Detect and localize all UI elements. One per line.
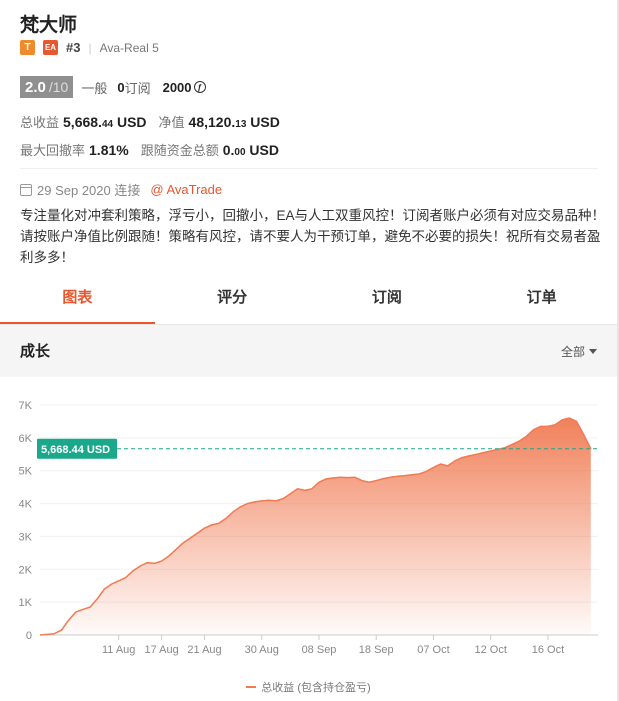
y-tick-label: 7K: [19, 400, 33, 412]
score-box: 2.0 /10: [20, 76, 74, 98]
broker-link[interactable]: @ AvaTrade: [150, 182, 222, 197]
follow-main: 0.: [222, 142, 235, 158]
tab-bar: 图表 评分 订阅 订单: [0, 275, 619, 325]
separator: |: [88, 40, 92, 55]
caret-down-icon: [589, 349, 597, 354]
legend-swatch: [246, 686, 257, 688]
total-profit-label: 总收益: [20, 115, 60, 130]
y-tick-label: 1K: [19, 597, 33, 609]
badge-row: T EA #3 | Ava-Real 5: [20, 40, 159, 55]
legend-label: 总收益 (包含持仓盈亏): [261, 682, 371, 694]
points: 2000 ƒ: [163, 80, 206, 95]
header-divider: [20, 168, 598, 169]
profit-area: [40, 418, 591, 635]
y-tick-label: 5K: [19, 466, 33, 478]
score-max: /10: [48, 79, 69, 95]
y-tick-label: 4K: [19, 499, 33, 511]
x-tick-label: 18 Sep: [359, 644, 394, 656]
total-profit-unit: USD: [113, 114, 147, 130]
x-tick-label: 17 Aug: [144, 644, 178, 656]
tab-orders[interactable]: 订单: [464, 275, 619, 324]
subscriber-count: 0: [117, 79, 125, 95]
strategy-title: 梵大师: [20, 15, 78, 36]
y-tick-label: 0: [26, 630, 32, 642]
points-value: 2000: [162, 79, 192, 95]
total-profit-main: 5,668.: [63, 114, 102, 130]
meta-row: 29 Sep 2020 连接 @ AvaTrade: [20, 180, 222, 199]
total-profit-value: 5,668.44 USD: [63, 114, 147, 130]
account-label: Ava-Real 5: [99, 40, 159, 55]
tab-rating[interactable]: 评分: [155, 275, 310, 324]
calendar-icon: [20, 183, 32, 196]
x-tick-label: 08 Sep: [302, 644, 337, 656]
growth-chart-svg: 0 1K 2K 3K 4K 5K 6K 7K 11 Aug 17 Aug 21 Aug 30 Aug…: [19, 400, 598, 656]
y-tick-label: 3K: [19, 531, 33, 543]
max-drawdown-value: 1.81%: [89, 142, 129, 158]
subscriber-label: 订阅: [124, 80, 151, 96]
t-badge: T: [20, 40, 35, 55]
coin-icon: ƒ: [193, 81, 206, 93]
equity-value: 48,120.13 USD: [189, 114, 280, 130]
y-tick-label: 6K: [19, 433, 33, 445]
strategy-description: 专注量化对冲套利策略，浮亏小，回撤小，EA与人工双重风控！订阅者账户必须有对应交…: [20, 208, 606, 265]
stat-row-1: 总收益 5,668.44 USD 净值 48,120.13 USD: [20, 112, 292, 131]
y-tick-label: 2K: [19, 564, 33, 576]
max-drawdown-label: 最大回撤率: [20, 143, 86, 158]
rank-label: #3: [66, 40, 81, 55]
total-profit-decimals: 44: [101, 119, 114, 130]
x-tick-label: 12 Oct: [474, 644, 506, 656]
tab-chart[interactable]: 图表: [0, 275, 155, 324]
chart-legend[interactable]: 总收益 (包含持仓盈亏): [0, 679, 617, 695]
range-filter-dropdown[interactable]: 全部: [561, 343, 597, 360]
level-label: 一般: [81, 80, 108, 96]
follow-unit: USD: [245, 142, 279, 158]
x-axis: 11 Aug 17 Aug 21 Aug 30 Aug 08 Sep 18 Sep 07 O…: [102, 635, 564, 656]
follow-decimals: 00: [234, 147, 246, 158]
connected-date: 29 Sep 2020 连接: [37, 183, 141, 198]
tab-subscribe[interactable]: 订阅: [310, 275, 465, 324]
equity-main: 48,120.: [188, 114, 236, 130]
y-axis: 0 1K 2K 3K 4K 5K 6K 7K: [19, 400, 33, 642]
follow-funds-value: 0.00 USD: [223, 142, 279, 158]
score-row: 2.0 /10 一般 0 订阅 2000 ƒ: [20, 76, 206, 98]
x-tick-label: 21 Aug: [187, 644, 221, 656]
equity-unit: USD: [246, 114, 280, 130]
growth-panel: 成长 全部 0 1K 2K 3K 4K 5K 6K 7K 11 Aug 17 Aug 21 Aug…: [0, 325, 617, 701]
x-tick-label: 07 Oct: [417, 644, 449, 656]
growth-chart: 0 1K 2K 3K 4K 5K 6K 7K 11 Aug 17 Aug 21 Aug 30 Aug…: [0, 377, 617, 701]
current-value-label: 5,668.44 USD: [41, 444, 110, 456]
panel-title: 成长: [20, 343, 51, 360]
range-filter-value: 全部: [560, 345, 585, 359]
equity-decimals: 13: [235, 119, 247, 130]
stat-row-2: 最大回撤率 1.81% 跟随资金总额 0.00 USD: [20, 140, 291, 159]
x-tick-label: 16 Oct: [532, 644, 564, 656]
score-value: 2.0: [25, 79, 46, 96]
x-tick-label: 30 Aug: [245, 644, 279, 656]
ea-badge: EA: [43, 40, 58, 55]
equity-label: 净值: [158, 115, 185, 130]
x-tick-label: 11 Aug: [102, 644, 135, 656]
follow-funds-label: 跟随资金总额: [140, 143, 219, 158]
